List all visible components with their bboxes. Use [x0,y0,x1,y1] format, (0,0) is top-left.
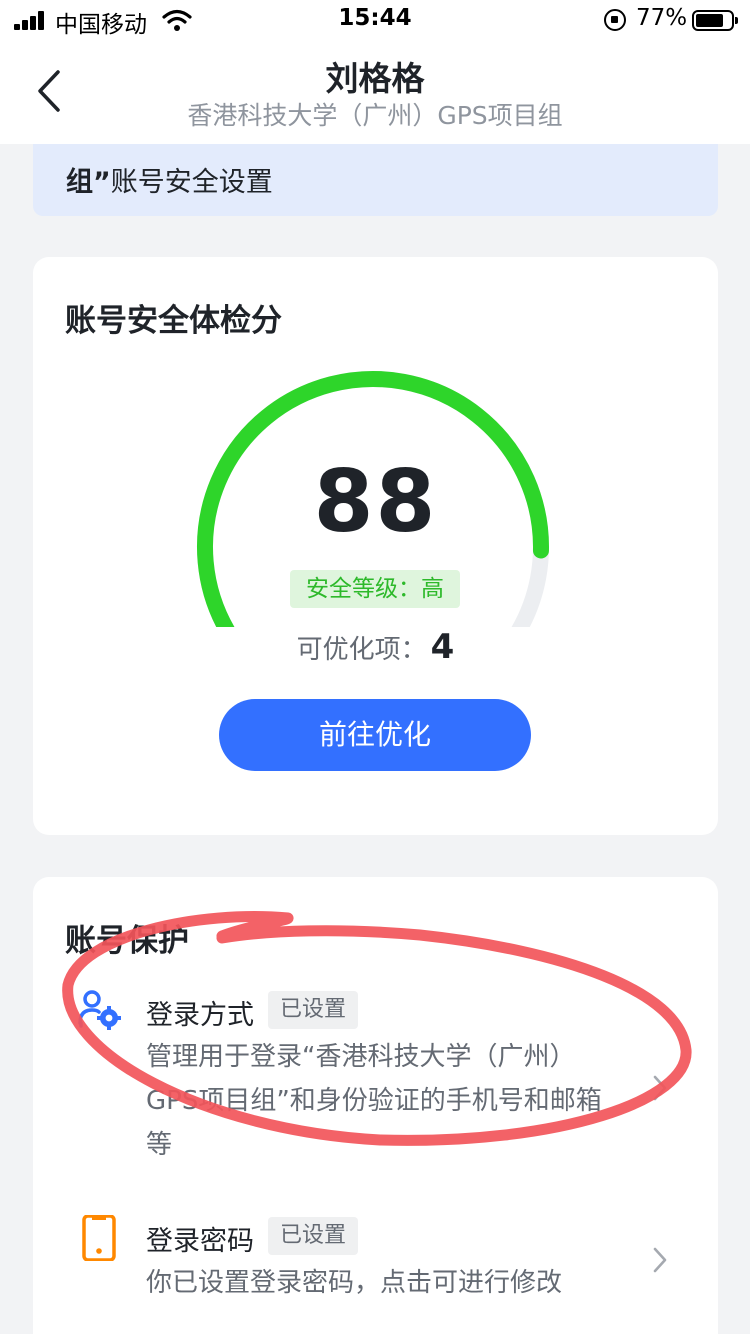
notice-rest: 账号安全设置 [110,167,273,198]
nav-bar: 刘格格 香港科技大学（广州）GPS项目组 [0,40,750,144]
chevron-right-icon [653,1247,667,1273]
orientation-lock-icon [604,9,626,31]
optimizable-items: 可优化项： 4 [33,627,718,667]
optimizable-count: 4 [430,627,455,667]
score-card-title: 账号安全体检分 [65,303,282,339]
status-bar: 中国移动 15:44 77% [0,0,750,40]
security-score-card: 账号安全体检分 88 安全等级：高 可优化项： 4 前往优化 [33,257,718,835]
login-method-title: 登录方式 [146,1000,254,1031]
optimize-button[interactable]: 前往优化 [219,699,531,771]
protection-title: 账号保护 [65,923,189,959]
score-value: 88 [313,452,438,552]
notice-text: 组”账号安全设置 [66,160,273,199]
user-gear-icon [78,990,121,1030]
login-password-row[interactable]: 登录密码 已设置 你已设置登录密码，点击可进行修改 [33,1213,718,1323]
phone-icon [82,1215,116,1261]
login-password-status-badge: 已设置 [268,1217,359,1255]
login-method-status-badge: 已设置 [268,991,359,1029]
login-password-title: 登录密码 [146,1226,254,1257]
security-level-badge: 安全等级：高 [290,570,460,608]
battery-percent: 77% [636,5,688,31]
battery-icon [692,10,738,31]
chevron-right-icon [653,1075,667,1101]
optimizable-label: 可优化项： [296,635,427,665]
page-subtitle: 香港科技大学（广州）GPS项目组 [187,101,563,130]
notice-quote: 组” [66,167,111,198]
login-method-desc: 管理用于登录“香港科技大学（广州）GPS项目组”和身份验证的手机号和邮箱等 [146,1042,602,1160]
page: 中国移动 15:44 77% 组”账号安全设置 刘格格 香港科技大学（广州）GP… [0,0,750,1334]
page-title: 刘格格 [325,59,425,98]
account-protection-card: 账号保护 登录方式 已设置 管理用于登录“香港科技大学（广州）GPS项目组”和身… [33,877,718,1334]
login-password-desc: 你已设置登录密码，点击可进行修改 [146,1268,563,1298]
login-method-row[interactable]: 登录方式 已设置 管理用于登录“香港科技大学（广州）GPS项目组”和身份验证的手… [33,987,718,1177]
